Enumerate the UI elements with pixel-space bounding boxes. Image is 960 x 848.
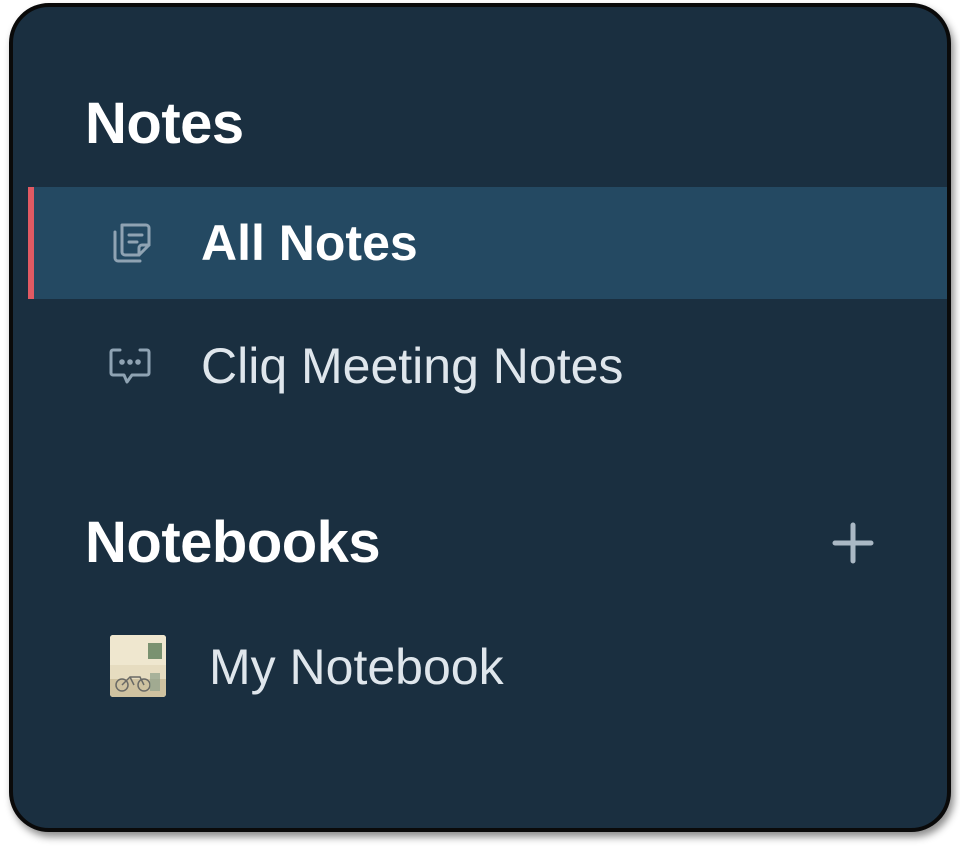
sidebar-item-all-notes[interactable]: All Notes bbox=[28, 187, 947, 299]
notes-sidebar-panel: Notes All Notes Cliq Meeting Notes Noteb… bbox=[9, 3, 951, 832]
notebook-label: My Notebook bbox=[209, 639, 504, 695]
sidebar-item-cliq-meeting-notes[interactable]: Cliq Meeting Notes bbox=[28, 310, 947, 422]
sidebar-item-label: All Notes bbox=[201, 215, 418, 271]
notes-section-title: Notes bbox=[85, 91, 244, 156]
notebook-item-my-notebook[interactable]: My Notebook bbox=[28, 611, 947, 721]
notebooks-section-title: Notebooks bbox=[85, 510, 381, 575]
add-notebook-button[interactable] bbox=[829, 519, 877, 567]
chat-bubble-icon bbox=[106, 341, 156, 391]
notebook-cover-thumbnail bbox=[110, 635, 166, 697]
notes-stack-icon bbox=[106, 218, 156, 268]
sidebar-item-label: Cliq Meeting Notes bbox=[201, 338, 624, 394]
plus-icon bbox=[832, 522, 874, 564]
